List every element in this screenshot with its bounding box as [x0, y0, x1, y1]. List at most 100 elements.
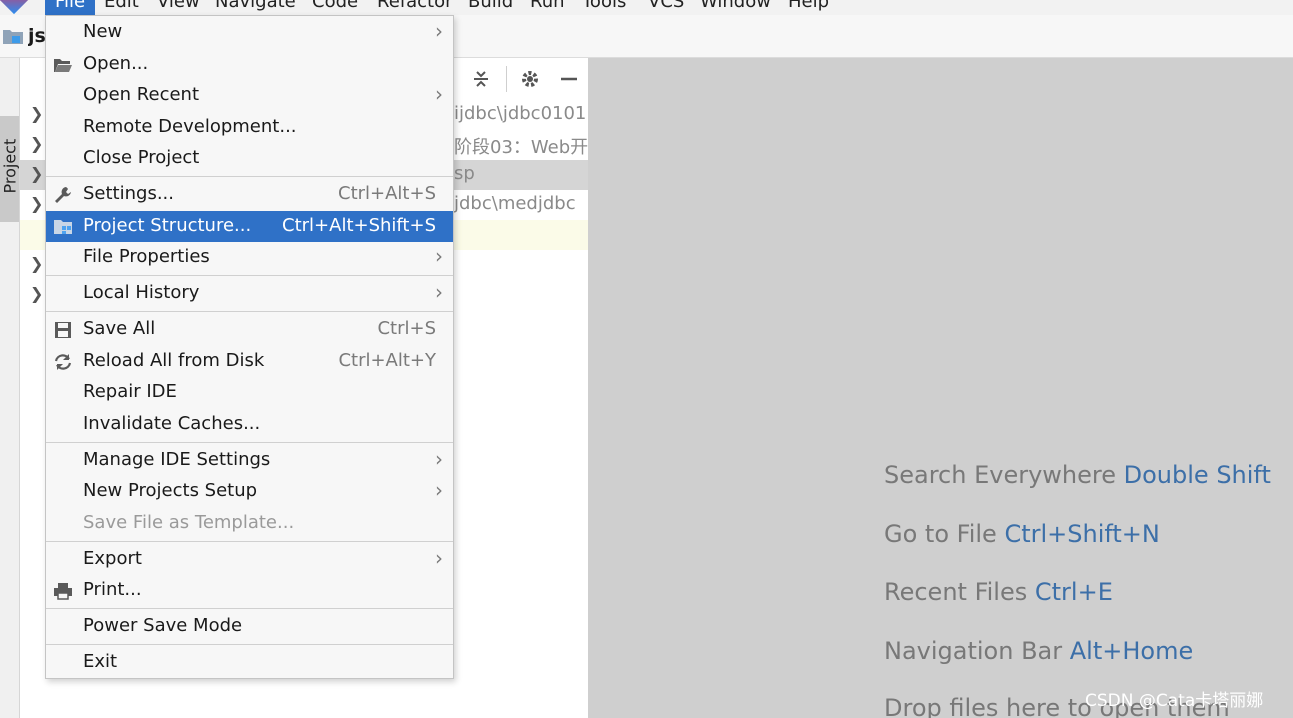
chevron-right-icon: ›	[435, 244, 443, 268]
menu-item-remote-development[interactable]: Remote Development...	[46, 112, 453, 143]
reload-icon	[54, 354, 72, 370]
menu-item-manage-ide-settings[interactable]: Manage IDE Settings ›	[46, 445, 453, 476]
menu-file[interactable]: File	[45, 0, 96, 15]
menu-item-label: Reload All from Disk	[83, 350, 265, 371]
chevron-right-icon: ›	[435, 447, 443, 471]
project-structure-icon	[54, 220, 72, 234]
tree-row-path: jdbc\medjdbc	[454, 193, 576, 214]
menu-item-shortcut: Ctrl+S	[377, 318, 436, 339]
hint-text: Navigation Bar	[884, 637, 1063, 665]
printer-icon	[54, 583, 72, 600]
hint-text: Search Everywhere	[884, 461, 1116, 489]
menu-item-export[interactable]: Export ›	[46, 544, 453, 575]
watermark: CSDN @Cata卡塔丽娜	[1085, 691, 1264, 711]
chevron-right-icon: ›	[435, 19, 443, 43]
file-menu: New › Open... Open Recent › Remote Devel…	[45, 15, 454, 679]
menu-separator	[46, 275, 453, 276]
toolbar-separator	[506, 66, 507, 92]
wrench-icon	[55, 187, 71, 203]
menu-item-invalidate-caches[interactable]: Invalidate Caches...	[46, 409, 453, 440]
hint-text: Recent Files	[884, 578, 1028, 606]
menu-item-save-all[interactable]: Save All Ctrl+S	[46, 314, 453, 345]
chevron-right-icon[interactable]: ❯	[30, 164, 43, 183]
menu-item-exit[interactable]: Exit	[46, 647, 453, 678]
tool-window-stripe: Project	[0, 58, 20, 718]
menu-item-open[interactable]: Open...	[46, 49, 453, 80]
menu-item-close-project[interactable]: Close Project	[46, 143, 453, 174]
menu-item-local-history[interactable]: Local History ›	[46, 278, 453, 309]
chevron-right-icon[interactable]: ❯	[30, 194, 43, 213]
project-name[interactable]: jsp	[28, 25, 46, 47]
project-tool-tab-label: Project	[0, 138, 20, 194]
menu-tools[interactable]: Tools	[582, 0, 626, 12]
chevron-right-icon: ›	[435, 280, 443, 304]
menu-item-label: Local History	[83, 282, 200, 303]
main-menu-bar: File Edit View Navigate Code Refactor Bu…	[0, 0, 1293, 15]
menu-item-label: Repair IDE	[83, 381, 177, 402]
menu-navigate[interactable]: Navigate	[215, 0, 296, 12]
menu-window[interactable]: Window	[700, 0, 771, 12]
menu-item-label: Open Recent	[83, 84, 200, 105]
menu-item-label: Settings...	[83, 183, 174, 204]
chevron-right-icon: ›	[435, 82, 443, 106]
hint-shortcut: Ctrl+E	[1034, 578, 1113, 606]
menu-item-settings[interactable]: Settings... Ctrl+Alt+S	[46, 179, 453, 210]
chevron-right-icon[interactable]: ❯	[30, 134, 43, 153]
menu-item-open-recent[interactable]: Open Recent ›	[46, 80, 453, 111]
menu-item-project-structure[interactable]: Project Structure... Ctrl+Alt+Shift+S	[46, 211, 453, 242]
menu-item-reload-all[interactable]: Reload All from Disk Ctrl+Alt+Y	[46, 346, 453, 377]
hint-go-to-file: Go to File Ctrl+Shift+N	[884, 520, 1160, 548]
menu-item-label: Save All	[83, 318, 156, 339]
app-logo-icon	[0, 0, 29, 15]
save-icon	[55, 322, 71, 338]
menu-item-save-file-as-template: Save File as Template...	[46, 508, 453, 539]
folder-open-icon	[54, 59, 72, 72]
gear-icon[interactable]	[519, 68, 541, 90]
menu-vcs[interactable]: VCS	[648, 0, 684, 12]
hint-shortcut: Ctrl+Shift+N	[1004, 520, 1160, 548]
menu-item-label: File Properties	[83, 246, 210, 267]
menu-view[interactable]: View	[157, 0, 200, 12]
menu-separator	[46, 644, 453, 645]
chevron-right-icon[interactable]: ❯	[30, 254, 43, 273]
menu-help[interactable]: Help	[788, 0, 829, 12]
minimize-icon[interactable]	[558, 68, 580, 90]
chevron-right-icon[interactable]: ❯	[30, 104, 43, 123]
menu-separator	[46, 176, 453, 177]
hint-recent-files: Recent Files Ctrl+E	[884, 578, 1113, 606]
menu-item-shortcut: Ctrl+Alt+S	[338, 183, 436, 204]
menu-item-label: Manage IDE Settings	[83, 449, 271, 470]
collapse-all-icon[interactable]	[470, 68, 492, 90]
project-folder-icon	[3, 30, 23, 44]
hint-text: Go to File	[884, 520, 997, 548]
menu-refactor[interactable]: Refactor	[377, 0, 453, 12]
tree-row-path: ijdbc\jdbc0101	[454, 103, 587, 124]
hint-shortcut: Double Shift	[1123, 461, 1271, 489]
menu-item-label: Project Structure...	[83, 215, 252, 236]
menu-item-new-projects-setup[interactable]: New Projects Setup ›	[46, 476, 453, 507]
menu-item-power-save-mode[interactable]: Power Save Mode	[46, 611, 453, 642]
chevron-right-icon: ›	[435, 546, 443, 570]
menu-item-label: Export	[83, 548, 142, 569]
menu-item-label: Remote Development...	[83, 116, 297, 137]
editor-empty-area: Search Everywhere Double Shift Go to Fil…	[588, 58, 1293, 718]
menu-item-shortcut: Ctrl+Alt+Y	[338, 350, 436, 371]
menu-build[interactable]: Build	[468, 0, 513, 12]
menu-code[interactable]: Code	[312, 0, 358, 12]
menu-item-label: Invalidate Caches...	[83, 413, 261, 434]
menu-item-repair-ide[interactable]: Repair IDE	[46, 377, 453, 408]
chevron-right-icon[interactable]: ❯	[30, 284, 43, 303]
menu-item-label: Close Project	[83, 147, 200, 168]
menu-edit[interactable]: Edit	[104, 0, 139, 12]
menu-separator	[46, 442, 453, 443]
menu-run[interactable]: Run	[530, 0, 565, 12]
menu-separator	[46, 608, 453, 609]
menu-item-label: New	[83, 21, 123, 42]
menu-item-file-properties[interactable]: File Properties ›	[46, 242, 453, 273]
menu-item-label: Exit	[83, 651, 118, 672]
hint-navigation-bar: Navigation Bar Alt+Home	[884, 637, 1193, 665]
menu-item-new[interactable]: New ›	[46, 17, 453, 48]
menu-item-shortcut: Ctrl+Alt+Shift+S	[282, 215, 436, 236]
menu-item-print[interactable]: Print...	[46, 575, 453, 606]
menu-item-label: Power Save Mode	[83, 615, 243, 636]
